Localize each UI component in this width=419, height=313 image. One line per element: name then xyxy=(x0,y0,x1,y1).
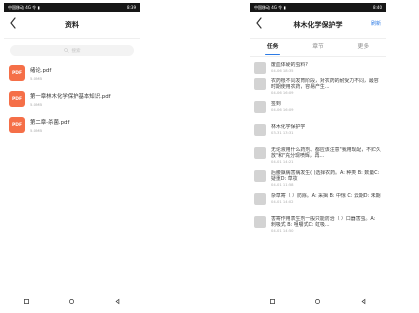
task-title: 废血体硬的虫料? xyxy=(271,62,308,68)
task-type-icon xyxy=(254,78,266,90)
task-type-icon xyxy=(254,147,266,159)
file-item[interactable]: PDF 第二章-杀菌.pdf 5.0MB xyxy=(9,112,140,138)
pdf-icon: PDF xyxy=(9,117,25,133)
task-type-icon xyxy=(254,216,266,228)
task-time: 04-01 14:02 xyxy=(271,200,294,204)
file-item[interactable]: PDF 绪论.pdf 5.0MB xyxy=(9,60,140,86)
task-item[interactable]: 后腰飘病害病发生( )选择农药。A: 种类 B: 数量C: 疑重D: 草妆 04… xyxy=(250,167,386,190)
task-time: 04-01 14:50 xyxy=(271,229,294,233)
task-body: 无论液用什么药剂、都应该注意"我用现配，不贮久放"和"充分现喷辉，再... 04… xyxy=(271,147,381,164)
task-time: 04-06 16:09 xyxy=(271,91,294,95)
task-item[interactable]: 农药根不同发育阶段，对农药的耐受力不同，最容时期使用农药，容易产生... 04-… xyxy=(250,75,386,98)
task-title: 害寄作用表生剂一般只能防治（ ）口器害虫。A: 刺吸式 B: 咀嚼式C: 虹吸.… xyxy=(271,216,376,228)
file-name: 第二章-杀菌.pdf xyxy=(30,119,70,126)
page-title: 林木化学保护学 xyxy=(293,21,343,29)
task-item[interactable]: 杂草寄（ ）防除。A: 采揖 B: 中惊 C: 云期D: 未期 04-01 14… xyxy=(250,190,386,213)
pdf-icon: PDF xyxy=(9,65,25,81)
tab-more[interactable]: 更多 xyxy=(358,39,370,56)
app-bar: 资料 xyxy=(4,12,140,39)
task-time: 04-01 11:58 xyxy=(271,183,294,187)
system-nav-bar xyxy=(4,294,140,309)
task-body: 害寄作用表生剂一般只能防治（ ）口器害虫。A: 刺吸式 B: 咀嚼式C: 虹吸.… xyxy=(271,216,381,233)
task-time: 04-06 18:35 xyxy=(271,69,294,73)
tab-tasks[interactable]: 任务 xyxy=(264,39,281,56)
task-title: 后腰飘病害病发生( )选择农药。A: 种类 B: 数量C: 疑重D: 草妆 xyxy=(271,170,380,182)
back-arrow-icon xyxy=(10,17,16,29)
pdf-icon: PDF xyxy=(9,91,25,107)
back-button[interactable] xyxy=(254,16,266,32)
left-phone-screen: 中国移动 4G 令 ▮ 8:39 资料 搜索 PDF 绪论.pdf 5.0MB xyxy=(4,3,140,309)
task-title: 农药根不同发育阶段，对农药的耐受力不同，最容时期使用农药，容易产生... xyxy=(271,78,379,90)
task-type-icon xyxy=(254,101,266,113)
system-nav-bar xyxy=(250,294,386,309)
back-nav-icon[interactable] xyxy=(360,298,367,305)
back-arrow-icon xyxy=(256,17,262,29)
file-item[interactable]: PDF 第一章林木化学保护基本知识.pdf 5.0MB xyxy=(9,86,140,112)
task-time: 04-06 16:09 xyxy=(271,108,294,112)
home-icon[interactable] xyxy=(68,298,75,305)
task-body: 签到 04-06 16:09 xyxy=(271,101,381,112)
search-input[interactable]: 搜索 xyxy=(10,45,134,56)
task-time: 03-31 13:31 xyxy=(271,131,294,135)
refresh-button[interactable]: 刷新 xyxy=(371,20,381,27)
back-nav-icon[interactable] xyxy=(114,298,121,305)
task-list: 废血体硬的虫料? 04-06 18:35 农药根不同发育阶段，对农药的耐受力不同… xyxy=(250,57,386,236)
file-size: 5.0MB xyxy=(30,127,42,133)
task-body: 农药根不同发育阶段，对农药的耐受力不同，最容时期使用农药，容易产生... 04-… xyxy=(271,78,381,95)
tab-bar: 任务 章节 更多 xyxy=(250,39,386,57)
status-time: 8:39 xyxy=(127,5,136,10)
right-phone-screen: 中国移动 4G 令 ▮ 8:40 林木化学保护学 刷新 任务 章节 更多 废血体… xyxy=(250,3,386,309)
task-item[interactable]: 林木化学保护学 03-31 13:31 xyxy=(250,121,386,144)
task-item[interactable]: 害寄作用表生剂一般只能防治（ ）口器害虫。A: 刺吸式 B: 咀嚼式C: 虹吸.… xyxy=(250,213,386,236)
task-time: 04-01 14:21 xyxy=(271,160,294,164)
file-size: 5.0MB xyxy=(30,75,42,81)
app-bar: 林木化学保护学 刷新 xyxy=(250,12,386,39)
file-name: 第一章林木化学保护基本知识.pdf xyxy=(30,93,111,100)
search-icon xyxy=(63,48,69,53)
task-item[interactable]: 废血体硬的虫料? 04-06 18:35 xyxy=(250,59,386,75)
task-title: 林木化学保护学 xyxy=(271,124,306,130)
task-item[interactable]: 签到 04-06 16:09 xyxy=(250,98,386,121)
home-icon[interactable] xyxy=(314,298,321,305)
status-left: 中国移动 4G 令 ▮ xyxy=(8,5,40,10)
task-type-icon xyxy=(254,170,266,182)
task-title: 签到 xyxy=(271,101,281,107)
screenshot-root: 中国移动 4G 令 ▮ 8:39 资料 搜索 PDF 绪论.pdf 5.0MB xyxy=(0,0,419,313)
status-bar: 中国移动 4G 令 ▮ 8:40 xyxy=(250,3,386,12)
task-body: 后腰飘病害病发生( )选择农药。A: 种类 B: 数量C: 疑重D: 草妆 04… xyxy=(271,170,381,187)
recent-apps-icon[interactable] xyxy=(269,298,276,305)
search-placeholder: 搜索 xyxy=(71,48,81,54)
file-size: 5.0MB xyxy=(30,101,42,107)
task-body: 林木化学保护学 03-31 13:31 xyxy=(271,124,381,135)
task-title: 杂草寄（ ）防除。A: 采揖 B: 中惊 C: 云期D: 未期 xyxy=(271,193,381,199)
page-title: 资料 xyxy=(65,21,79,29)
status-bar: 中国移动 4G 令 ▮ 8:39 xyxy=(4,3,140,12)
tab-chapters[interactable]: 章节 xyxy=(312,39,324,56)
file-text: 绪论.pdf 5.0MB xyxy=(30,66,51,81)
task-item[interactable]: 无论液用什么药剂、都应该注意"我用现配，不贮久放"和"充分现喷辉，再... 04… xyxy=(250,144,386,167)
back-button[interactable] xyxy=(8,16,20,32)
status-left: 中国移动 4G 令 ▮ xyxy=(254,5,286,10)
task-title: 无论液用什么药剂、都应该注意"我用现配，不贮久放"和"充分现喷辉，再... xyxy=(271,147,381,159)
task-body: 废血体硬的虫料? 04-06 18:35 xyxy=(271,62,381,73)
file-text: 第二章-杀菌.pdf 5.0MB xyxy=(30,118,69,133)
task-type-icon xyxy=(254,124,266,136)
task-type-icon xyxy=(254,193,266,205)
file-text: 第一章林木化学保护基本知识.pdf 5.0MB xyxy=(30,92,111,107)
file-name: 绪论.pdf xyxy=(30,67,52,74)
task-type-icon xyxy=(254,62,266,74)
status-time: 8:40 xyxy=(373,5,382,10)
task-body: 杂草寄（ ）防除。A: 采揖 B: 中惊 C: 云期D: 未期 04-01 14… xyxy=(271,193,381,204)
recent-apps-icon[interactable] xyxy=(23,298,30,305)
